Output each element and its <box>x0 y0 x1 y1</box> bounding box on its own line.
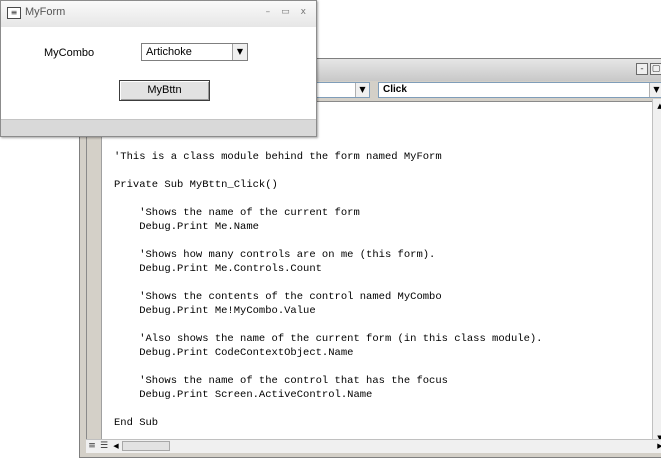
code-text: 'This is a class module behind the form … <box>114 151 543 429</box>
code-window-controls: - ▢ × <box>636 63 661 75</box>
myform-window: ≡ MyForm – ▭ x MyCombo Artichoke ▼ MyBtt… <box>0 0 317 137</box>
scroll-left-icon[interactable]: ◀ <box>110 440 122 452</box>
mycombo-combobox[interactable]: Artichoke ▼ <box>141 43 248 61</box>
mybttn-button[interactable]: MyBttn <box>119 80 210 101</box>
form-maximize-button[interactable]: ▭ <box>281 7 290 17</box>
procedure-view-icon[interactable]: ≡ <box>86 440 98 452</box>
scroll-up-icon[interactable]: ▲ <box>653 99 661 113</box>
form-minimize-button[interactable]: – <box>266 7 271 17</box>
horizontal-scrollbar[interactable]: ≡ ☰ ◀ ▶ <box>86 439 661 453</box>
mycombo-value: Artichoke <box>146 46 192 58</box>
mycombo-label: MyCombo <box>44 47 95 59</box>
code-maximize-button[interactable]: ▢ <box>650 63 661 75</box>
form-titlebar[interactable]: ≡ MyForm – ▭ x <box>1 1 316 27</box>
code-editor[interactable]: 'This is a class module behind the form … <box>86 101 654 441</box>
full-module-view-icon[interactable]: ☰ <box>98 440 110 452</box>
form-window-controls: – ▭ x <box>266 7 306 17</box>
procedure-combo-dropdown-icon[interactable]: ▼ <box>649 83 661 97</box>
mycombo-dropdown-icon[interactable]: ▼ <box>232 44 247 60</box>
horizontal-scroll-thumb[interactable] <box>122 441 170 451</box>
code-minimize-button[interactable]: - <box>636 63 648 75</box>
procedure-combo-value: Click <box>383 84 407 95</box>
object-combo[interactable]: ▼ <box>310 82 370 98</box>
form-close-button[interactable]: x <box>301 7 306 17</box>
form-icon: ≡ <box>7 7 21 19</box>
form-body: MyCombo Artichoke ▼ MyBttn <box>1 27 316 122</box>
scroll-right-icon[interactable]: ▶ <box>654 440 661 452</box>
procedure-combo[interactable]: Click ▼ <box>378 82 661 98</box>
code-margin-indicator-bar[interactable] <box>87 102 102 440</box>
vertical-scrollbar[interactable]: ▲ ▼ <box>652 99 661 445</box>
form-title: MyForm <box>25 6 66 18</box>
object-combo-dropdown-icon[interactable]: ▼ <box>355 83 369 97</box>
form-footer <box>1 119 316 136</box>
